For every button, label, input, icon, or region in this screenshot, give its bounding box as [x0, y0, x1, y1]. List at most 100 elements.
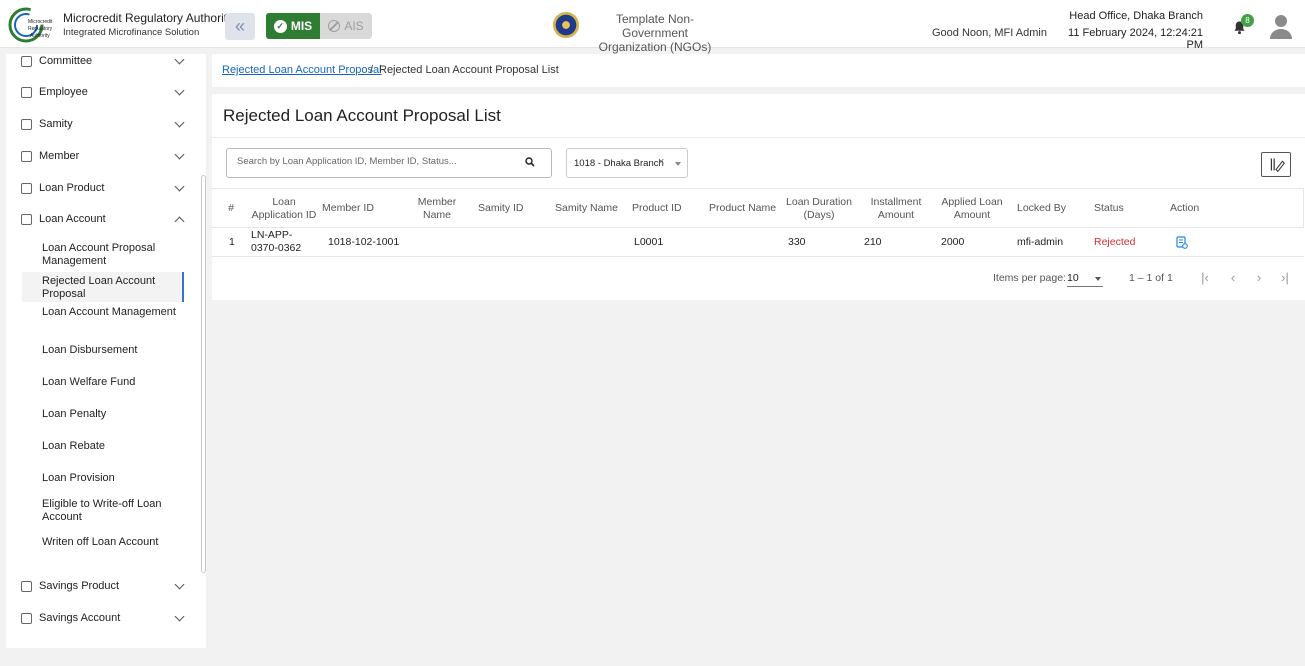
sidebar-item-committee[interactable]: Committee	[6, 54, 202, 71]
breadcrumb: Rejected Loan Account Proposal / Rejecte…	[212, 54, 1305, 87]
sidebar-sub-loan-account-proposal[interactable]: Loan Account Proposal Management	[22, 242, 184, 268]
member-icon	[21, 150, 32, 162]
sidebar-item-loan-product[interactable]: Loan Product	[6, 178, 202, 198]
user-avatar-icon[interactable]	[1269, 13, 1293, 39]
cell-member-id: 1018-102-1001	[328, 236, 400, 248]
breadcrumb-separator: /	[370, 64, 374, 76]
sidebar-item-label: Employee	[39, 86, 88, 98]
col-member-name: Member Name	[417, 196, 457, 221]
items-per-page-select[interactable]: 10	[1067, 270, 1103, 287]
items-per-page-value: 10	[1067, 272, 1079, 284]
sidebar-item-label: Loan Product	[39, 182, 105, 194]
cell-installment-amount: 210	[864, 236, 882, 248]
template-org-name: Template Non-Government Organization (NG…	[585, 12, 725, 54]
sidebar-sub-loan-provision[interactable]: Loan Provision	[22, 472, 184, 485]
col-samity-id: Samity ID	[478, 202, 524, 214]
sidebar-item-loan-account[interactable]: Loan Account	[6, 209, 202, 229]
government-emblem-icon	[553, 12, 579, 38]
ais-toggle-button[interactable]: AIS	[320, 13, 372, 39]
column-settings-button[interactable]	[1261, 152, 1291, 177]
loan-product-icon	[21, 182, 32, 194]
next-page-icon[interactable]: ›	[1253, 271, 1265, 284]
search-input[interactable]	[237, 156, 517, 167]
col-product-id: Product ID	[632, 202, 682, 214]
chevron-down-icon	[174, 54, 185, 64]
double-chevron-left-icon: «	[234, 16, 245, 36]
breadcrumb-current: Rejected Loan Account Proposal List	[379, 64, 559, 76]
svg-text:Microcredit: Microcredit	[28, 19, 53, 25]
notification-badge: 8	[1241, 14, 1254, 27]
sidebar: Committee Employee Samity Member Loan Pr…	[6, 54, 206, 648]
org-name: Microcredit Regulatory Authority	[63, 11, 234, 25]
col-status: Status	[1094, 202, 1124, 214]
chevron-down-icon	[174, 611, 185, 621]
cell-locked-by: mfi-admin	[1017, 236, 1064, 248]
sidebar-item-label: Loan Account	[39, 213, 106, 225]
col-product-name: Product Name	[709, 202, 777, 214]
sidebar-sub-loan-penalty[interactable]: Loan Penalty	[22, 408, 184, 421]
branch-filter-select[interactable]: 1018 - Dhaka Branch ×	[566, 148, 688, 178]
view-details-icon[interactable]	[1176, 236, 1188, 249]
page-title: Rejected Loan Account Proposal List	[223, 106, 501, 125]
sidebar-sub-eligible-write-off[interactable]: Eligible to Write-off Loan Account	[22, 498, 184, 524]
sidebar-item-savings-account[interactable]: Savings Account	[6, 608, 202, 628]
previous-page-icon[interactable]: ‹	[1227, 271, 1239, 284]
cell-product-id: L0001	[634, 236, 664, 248]
chevron-down-icon	[174, 117, 185, 127]
check-circle-icon: ✓	[273, 19, 287, 33]
sidebar-item-savings-product[interactable]: Savings Product	[6, 576, 202, 596]
employee-icon	[21, 86, 32, 98]
ban-icon	[328, 20, 341, 32]
sidebar-item-label: Member	[39, 150, 80, 162]
sidebar-item-employee[interactable]: Employee	[6, 82, 202, 102]
chevron-down-icon	[174, 579, 185, 589]
chevron-down-icon	[174, 181, 185, 191]
branch-name: Head Office, Dhaka Branch	[1069, 10, 1203, 22]
cell-loan-application-id: LN-APP-0370-0362	[251, 229, 302, 254]
sidebar-item-samity[interactable]: Samity	[6, 114, 202, 134]
chevron-down-icon	[174, 149, 185, 159]
template-org-line2: Organization (NGOs)	[598, 40, 712, 54]
committee-icon	[21, 55, 32, 67]
sidebar-sub-written-off-loan[interactable]: Writen off Loan Account	[22, 536, 184, 549]
col-action: Action	[1170, 202, 1200, 214]
template-org-line1: Template Non-Government	[615, 12, 695, 40]
cell-applied-loan-amount: 2000	[941, 236, 965, 248]
ais-label: AIS	[344, 19, 364, 33]
last-page-icon[interactable]: ›|	[1279, 271, 1291, 284]
col-member-id: Member ID	[322, 202, 374, 214]
chevron-up-icon	[174, 216, 185, 227]
svg-text:Authority: Authority	[30, 33, 50, 39]
clear-icon[interactable]: ×	[658, 156, 664, 168]
sidebar-sub-loan-rebate[interactable]: Loan Rebate	[22, 440, 184, 453]
col-applied-loan-amount: Applied Loan Amount	[941, 196, 1003, 221]
chevron-down-icon	[174, 85, 185, 95]
savings-product-icon	[21, 580, 32, 592]
savings-account-icon	[21, 612, 32, 624]
first-page-icon[interactable]: |‹	[1199, 271, 1211, 284]
caret-down-icon	[1095, 277, 1101, 281]
breadcrumb-link-rejected-proposal[interactable]: Rejected Loan Account Proposal	[222, 64, 382, 76]
mis-toggle-button[interactable]: ✓ MIS	[266, 13, 320, 39]
sidebar-sub-rejected-loan-proposal[interactable]: Rejected Loan Account Proposal	[22, 272, 184, 302]
col-installment-amount: Installment Amount	[870, 196, 922, 221]
sidebar-item-label: Savings Product	[39, 580, 120, 592]
pagination-range: 1 – 1 of 1	[1129, 272, 1173, 284]
items-per-page-label: Items per page:	[993, 272, 1066, 284]
module-switch: ✓ MIS AIS	[266, 13, 372, 39]
sidebar-sub-loan-welfare-fund[interactable]: Loan Welfare Fund	[22, 376, 184, 389]
sidebar-sub-loan-account-management[interactable]: Loan Account Management	[22, 306, 184, 319]
sidebar-sub-loan-disbursement[interactable]: Loan Disbursement	[22, 344, 184, 357]
current-datetime: 11 February 2024, 12:24:21 PM	[1068, 27, 1203, 51]
sidebar-scrollbar[interactable]	[201, 175, 206, 573]
greeting-text: Good Noon, MFI Admin	[932, 27, 1047, 39]
list-card: Rejected Loan Account Proposal List 1018…	[212, 94, 1305, 300]
col-loan-duration: Loan Duration (Days)	[786, 196, 852, 221]
loan-account-icon	[21, 213, 32, 225]
caret-down-icon	[675, 162, 681, 166]
search-icon[interactable]	[525, 157, 535, 167]
sidebar-collapse-button[interactable]: «	[225, 13, 255, 40]
sidebar-item-label: Committee	[39, 55, 93, 67]
col-locked-by: Locked By	[1017, 202, 1067, 214]
sidebar-item-member[interactable]: Member	[6, 146, 202, 166]
